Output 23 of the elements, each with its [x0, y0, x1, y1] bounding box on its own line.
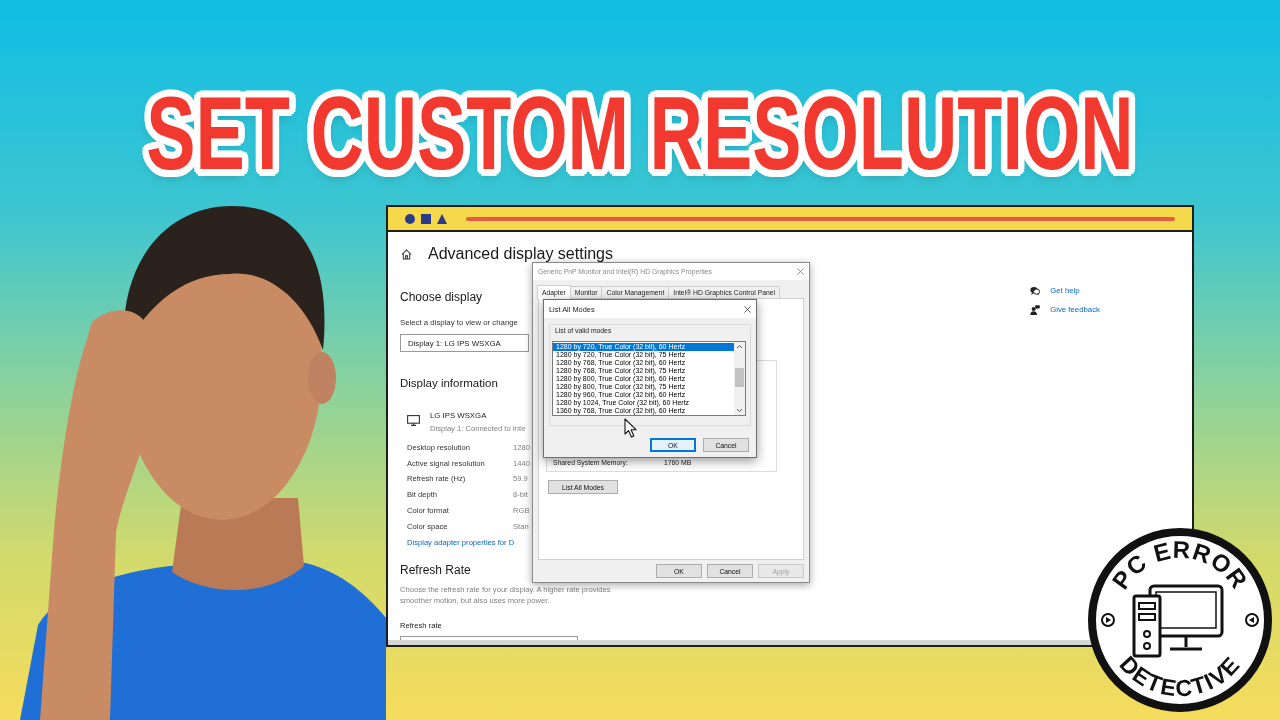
person-feedback-icon [1030, 305, 1041, 315]
close-icon[interactable] [744, 305, 751, 313]
scroll-up-icon[interactable] [734, 342, 745, 351]
play-icon [1101, 613, 1115, 627]
mouse-pointer-icon [624, 418, 637, 438]
scrollbar[interactable] [734, 342, 745, 415]
scroll-down-icon[interactable] [734, 406, 745, 415]
scrollbar-thumb[interactable] [735, 368, 744, 387]
section-heading: Display information [400, 376, 498, 390]
triangle-icon [437, 213, 447, 224]
monitor-icon [407, 415, 420, 426]
section-heading: Refresh Rate [400, 562, 471, 577]
refresh-rate-dropdown[interactable] [400, 635, 578, 640]
reverse-play-icon [1245, 613, 1259, 627]
home-icon[interactable] [401, 248, 412, 260]
page-title: Advanced display settings [428, 246, 613, 262]
square-icon [421, 213, 431, 224]
chat-bubbles-icon [1030, 286, 1041, 296]
modes-listbox[interactable] [552, 341, 746, 416]
section-heading: Choose display [400, 290, 483, 304]
headline: SET CUSTOM RESOLUTION [146, 81, 1134, 185]
close-icon[interactable] [797, 268, 804, 275]
circle-icon [405, 213, 415, 224]
